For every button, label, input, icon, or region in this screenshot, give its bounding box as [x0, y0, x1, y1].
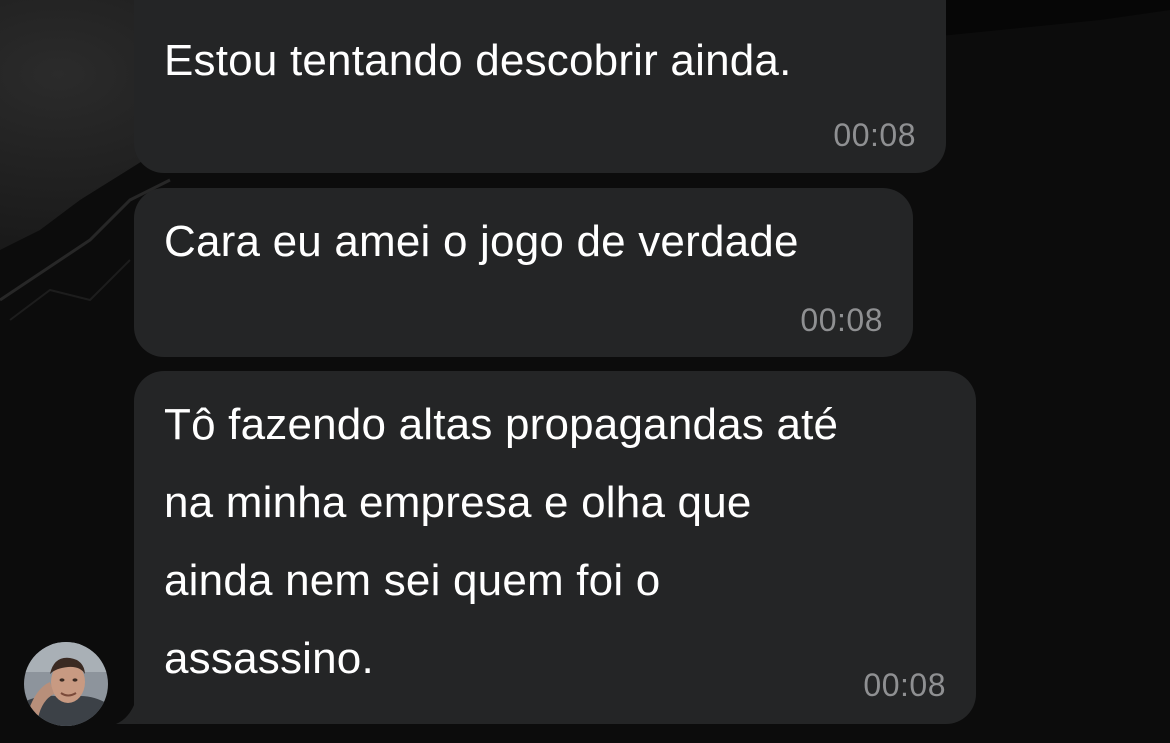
- message-bubble[interactable]: Tô fazendo altas propagandas até na minh…: [134, 371, 976, 724]
- sender-avatar[interactable]: [24, 642, 108, 726]
- message-text: Cara eu amei o jogo de verdade: [164, 217, 799, 266]
- message-timestamp: 00:08: [863, 667, 946, 703]
- message-timestamp: 00:08: [800, 302, 883, 338]
- message-timestamp: 00:08: [833, 117, 916, 153]
- message-text: Tô fazendo altas propagandas até na minh…: [164, 400, 839, 683]
- message-bubble[interactable]: Cara eu amei o jogo de verdade 00:08: [134, 188, 913, 357]
- message-text: Estou tentando descobrir ainda.: [164, 36, 792, 85]
- avatar-icon: [24, 642, 108, 726]
- message-bubble[interactable]: Estou tentando descobrir ainda. 00:08: [134, 0, 946, 173]
